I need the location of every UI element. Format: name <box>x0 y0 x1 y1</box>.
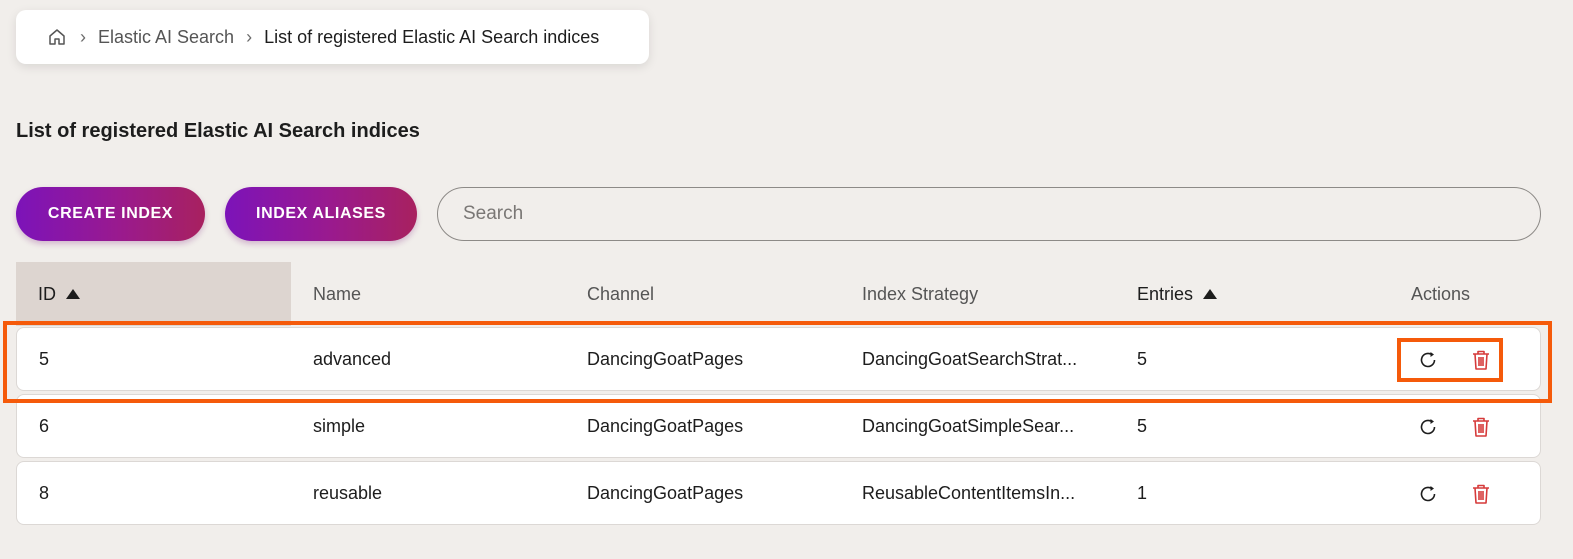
cell-channel: DancingGoatPages <box>587 415 744 436</box>
column-header-actions: Actions <box>1411 262 1470 326</box>
cell-entries: 1 <box>1137 482 1148 503</box>
cell-id: 8 <box>39 482 50 503</box>
column-header-name[interactable]: Name <box>313 262 361 326</box>
column-header-index-strategy[interactable]: Index Strategy <box>862 262 978 326</box>
cell-index-strategy: DancingGoatSimpleSear... <box>862 415 1075 436</box>
delete-icon[interactable] <box>1468 414 1494 440</box>
cell-id: 6 <box>39 415 50 436</box>
delete-icon[interactable] <box>1468 481 1494 507</box>
sort-ascending-icon <box>66 289 80 299</box>
table-row[interactable]: 8 reusable DancingGoatPages ReusableCont… <box>16 461 1541 525</box>
cell-entries: 5 <box>1137 348 1148 369</box>
page-title: List of registered Elastic AI Search ind… <box>16 120 420 142</box>
column-header-label: Actions <box>1411 283 1471 304</box>
column-header-channel[interactable]: Channel <box>587 262 654 326</box>
cell-channel: DancingGoatPages <box>587 348 744 369</box>
delete-icon[interactable] <box>1468 347 1494 373</box>
column-header-id[interactable]: ID <box>16 262 291 326</box>
cell-channel: DancingGoatPages <box>587 482 744 503</box>
table-row[interactable]: 5 advanced DancingGoatPages DancingGoatS… <box>16 327 1541 391</box>
column-header-label: ID <box>38 283 56 304</box>
column-header-entries[interactable]: Entries <box>1137 262 1218 326</box>
table-row[interactable]: 6 simple DancingGoatPages DancingGoatSim… <box>16 394 1541 458</box>
cell-name: simple <box>313 415 366 436</box>
column-header-label: Index Strategy <box>862 283 979 304</box>
home-icon[interactable] <box>48 28 66 46</box>
column-header-label: Entries <box>1137 283 1194 304</box>
column-header-label: Channel <box>587 283 655 304</box>
breadcrumb-item-current: List of registered Elastic AI Search ind… <box>264 26 600 47</box>
cell-name: reusable <box>313 482 383 503</box>
cell-index-strategy: DancingGoatSearchStrat... <box>862 348 1078 369</box>
rebuild-icon[interactable] <box>1415 481 1441 507</box>
breadcrumb: › Elastic AI Search › List of registered… <box>16 10 649 64</box>
create-index-button[interactable]: CREATE INDEX <box>16 187 205 241</box>
column-header-label: Name <box>313 283 362 304</box>
sort-ascending-icon <box>1203 289 1218 299</box>
cell-entries: 5 <box>1137 415 1148 436</box>
breadcrumb-item-elastic-ai-search[interactable]: Elastic AI Search <box>98 27 234 48</box>
index-aliases-button[interactable]: INDEX ALIASES <box>225 187 417 241</box>
chevron-right-icon: › <box>246 26 253 47</box>
rebuild-icon[interactable] <box>1415 347 1441 373</box>
rebuild-icon[interactable] <box>1415 414 1441 440</box>
search-input[interactable] <box>437 187 1541 241</box>
table-header: ID Name Channel Index Strategy Entries A… <box>16 262 1541 326</box>
cell-name: advanced <box>313 348 392 369</box>
cell-index-strategy: ReusableContentItemsIn... <box>862 482 1076 503</box>
cell-id: 5 <box>39 348 50 369</box>
chevron-right-icon: › <box>80 26 86 47</box>
